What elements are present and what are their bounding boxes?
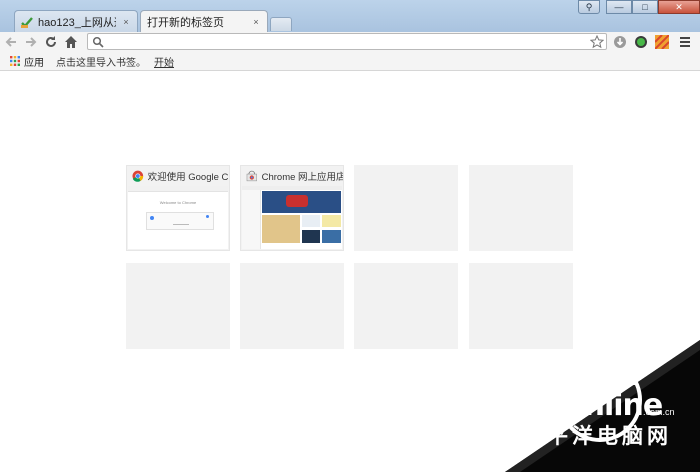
home-icon: [65, 36, 77, 48]
close-window-button[interactable]: ✕: [658, 0, 700, 14]
tab-new-tab[interactable]: 打开新的标签页 ×: [140, 10, 268, 33]
import-bookmarks-link[interactable]: 开始: [154, 54, 174, 69]
empty-tile: [354, 165, 458, 251]
new-tab-button[interactable]: [270, 17, 292, 31]
tile-title: 欢迎使用 Google Chrome: [147, 172, 229, 183]
back-button[interactable]: [2, 33, 20, 51]
pattern-extension-icon[interactable]: [654, 34, 670, 50]
download-extension-icon[interactable]: [612, 34, 628, 50]
hao123-favicon-icon: [21, 16, 33, 28]
home-button[interactable]: [62, 33, 80, 51]
empty-tile: [469, 263, 573, 349]
chrome-logo-icon: [132, 170, 144, 182]
most-visited-tile[interactable]: Chrome 网上应用店: [240, 165, 344, 251]
thumbnail-heading: Welcome to Chrome: [159, 200, 197, 205]
empty-tile: [354, 263, 458, 349]
forward-arrow-icon: [26, 37, 37, 47]
apps-shortcut[interactable]: 应用: [10, 54, 44, 69]
apps-grid-icon: [10, 56, 20, 66]
tile-thumbnail: Welcome to Chrome: [128, 186, 228, 249]
apps-label: 应用: [24, 57, 44, 69]
tile-thumbnail: [242, 186, 342, 249]
watermark-domain: .com.cn: [643, 407, 675, 417]
reload-icon: [46, 36, 56, 47]
close-tab-icon[interactable]: ×: [121, 17, 131, 27]
address-input[interactable]: [104, 34, 590, 49]
empty-tile: [469, 165, 573, 251]
toolbar: [0, 32, 700, 52]
empty-tile: [126, 263, 230, 349]
address-bar[interactable]: [87, 33, 607, 50]
forward-button[interactable]: [22, 33, 40, 51]
menu-button[interactable]: [677, 34, 693, 50]
minimize-button[interactable]: —: [606, 0, 632, 14]
title-bar: hao123_上网从这里开始 × 打开新的标签页 × ⚲ — □ ✕: [0, 0, 700, 33]
back-arrow-icon: [5, 37, 16, 47]
tab-title: hao123_上网从这里开始: [38, 16, 116, 29]
reload-button[interactable]: [42, 33, 60, 51]
most-visited-tile[interactable]: 欢迎使用 Google Chrome Welcome to Chrome: [126, 165, 230, 251]
import-bookmarks-text: 点击这里导入书签。: [56, 57, 146, 69]
green-extension-icon[interactable]: [633, 34, 649, 50]
tab-hao123[interactable]: hao123_上网从这里开始 ×: [14, 10, 138, 32]
tab-title: 打开新的标签页: [147, 17, 224, 29]
watermark-brand: PConline: [522, 388, 663, 423]
tile-title: Chrome 网上应用店: [261, 172, 343, 183]
search-icon: [92, 36, 104, 48]
watermark-cn-name: 太平洋电脑网: [522, 425, 672, 448]
hamburger-menu-icon: [680, 37, 690, 47]
maximize-button[interactable]: □: [632, 0, 658, 14]
user-menu-button[interactable]: ⚲: [578, 0, 600, 14]
close-tab-icon[interactable]: ×: [251, 17, 261, 27]
bookmark-star-icon[interactable]: [590, 34, 604, 49]
empty-tile: [240, 263, 344, 349]
window-controls: ⚲ — □ ✕: [578, 0, 700, 14]
web-store-icon: [246, 170, 257, 182]
bookmarks-bar: 应用 点击这里导入书签。 开始: [0, 52, 700, 71]
